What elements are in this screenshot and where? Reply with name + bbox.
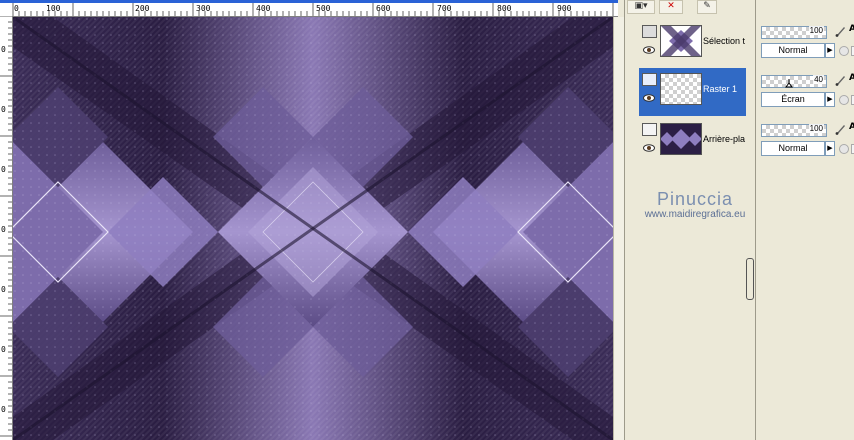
brush-icon[interactable] xyxy=(835,74,847,86)
vertical-ruler: 0 0 0 0 0 0 0 xyxy=(0,16,13,440)
lock-icon[interactable] xyxy=(839,46,849,56)
opacity-slider[interactable]: 100 xyxy=(761,26,827,39)
layer-props-row: 100 A Normal ▶ xyxy=(759,22,854,66)
delete-layer-icon[interactable]: ✕ xyxy=(659,0,683,14)
layer-row-raster-1[interactable]: Raster 1 xyxy=(639,68,746,116)
panel-splitter-handle[interactable] xyxy=(746,258,754,300)
ruler-label-600: 600 xyxy=(376,4,391,13)
layer-name: Raster 1 xyxy=(703,84,738,94)
ruler-label-900: 900 xyxy=(557,4,572,13)
ruler-label-300: 300 xyxy=(196,4,211,13)
layer-new-icon[interactable]: ▣▾ xyxy=(627,0,655,14)
ruler-label-700: 700 xyxy=(437,4,452,13)
layer-properties-column: 100 A Normal ▶ 40 A Écran ▶ 100 A Normal… xyxy=(755,0,854,440)
canvas-artwork xyxy=(13,17,613,440)
visibility-eye-icon[interactable] xyxy=(643,46,655,54)
opacity-value: 40 xyxy=(813,75,824,84)
blend-dropdown-arrow-icon[interactable]: ▶ xyxy=(825,92,835,107)
cut-label: A xyxy=(849,73,854,83)
ruler-left-label: 0 xyxy=(1,45,6,54)
opacity-slider[interactable]: 100 xyxy=(761,124,827,137)
raster-layer-icon xyxy=(642,73,657,86)
ruler-label-0: 0 xyxy=(14,4,19,13)
ruler-label-100: 100 xyxy=(46,4,61,13)
ruler-label-800: 800 xyxy=(497,4,512,13)
blend-mode-select[interactable]: Écran xyxy=(761,92,825,107)
lock-icon[interactable] xyxy=(839,95,849,105)
visibility-eye-icon[interactable] xyxy=(643,144,655,152)
ruler-left-label: 0 xyxy=(1,165,6,174)
cut-label: A xyxy=(849,122,854,132)
ruler-ticks xyxy=(12,3,614,16)
layer-thumbnail xyxy=(660,25,702,57)
layers-palette: ▣▾ ✕ ✎ Sélection t Raster 1 Arrière-pla xyxy=(624,0,756,440)
horizontal-ruler: 0 100 200 300 400 500 600 700 800 900 xyxy=(0,0,618,17)
blend-dropdown-arrow-icon[interactable]: ▶ xyxy=(825,43,835,58)
background-layer-icon xyxy=(642,123,657,136)
layer-name: Arrière-pla xyxy=(703,134,746,144)
layer-row-selection[interactable]: Sélection t xyxy=(639,20,746,68)
raster-layer-icon xyxy=(642,25,657,38)
brush-icon[interactable] xyxy=(835,123,847,135)
visibility-eye-icon[interactable] xyxy=(643,94,655,102)
layer-props-row: 100 A Normal ▶ xyxy=(759,120,854,164)
opacity-value: 100 xyxy=(808,26,824,35)
layer-row-background[interactable]: Arrière-pla xyxy=(639,118,746,166)
slider-thumb-icon[interactable] xyxy=(785,79,793,88)
layer-properties-icon[interactable]: ✎ xyxy=(697,0,717,14)
layer-name: Sélection t xyxy=(703,36,746,46)
image-canvas[interactable] xyxy=(13,17,613,440)
ruler-left-label: 0 xyxy=(1,345,6,354)
blend-mode-select[interactable]: Normal xyxy=(761,43,825,58)
ruler-left-label: 0 xyxy=(1,405,6,414)
lock-icon[interactable] xyxy=(839,144,849,154)
ruler-left-label: 0 xyxy=(1,105,6,114)
ruler-label-400: 400 xyxy=(256,4,271,13)
ruler-label-200: 200 xyxy=(135,4,150,13)
opacity-slider[interactable]: 40 xyxy=(761,75,827,88)
ruler-left-label: 0 xyxy=(1,225,6,234)
ruler-label-500: 500 xyxy=(316,4,331,13)
brush-icon[interactable] xyxy=(835,25,847,37)
layer-thumbnail xyxy=(660,73,702,105)
vertical-scrollbar[interactable] xyxy=(613,17,624,440)
layer-thumbnail xyxy=(660,123,702,155)
blend-mode-select[interactable]: Normal xyxy=(761,141,825,156)
opacity-value: 100 xyxy=(808,124,824,133)
cut-label: A xyxy=(849,24,854,34)
layer-props-row: 40 A Écran ▶ xyxy=(759,71,854,115)
ruler-left-label: 0 xyxy=(1,285,6,294)
blend-dropdown-arrow-icon[interactable]: ▶ xyxy=(825,141,835,156)
